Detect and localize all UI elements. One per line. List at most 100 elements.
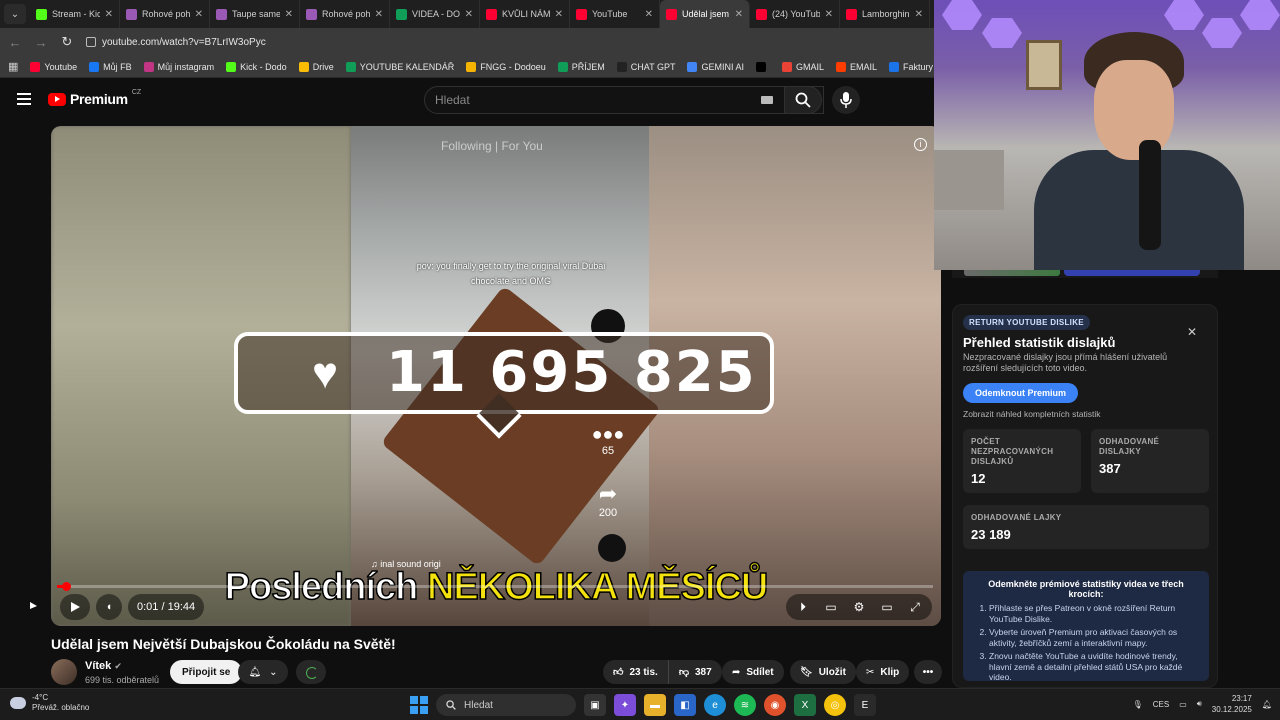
tab-close-icon[interactable]: ✕ xyxy=(825,9,833,20)
clip-button[interactable]: ✂ Klip xyxy=(856,660,910,684)
panel-description: Nezpracované dislajky jsou přímá hlášení… xyxy=(963,352,1168,373)
bookmark-item[interactable]: FNGG - Dodoeu xyxy=(466,61,546,72)
notification-bell-icon[interactable]: 🔔︎ xyxy=(1262,700,1272,709)
like-counter-box: ♥ 11 695 825 xyxy=(234,332,774,414)
tab-close-icon[interactable]: ✕ xyxy=(915,9,923,20)
file-explorer-icon[interactable]: ▬ xyxy=(644,694,666,716)
edge-icon[interactable]: e xyxy=(704,694,726,716)
browser-tab[interactable]: Rohové pohovky ✕ xyxy=(300,0,390,28)
tab-close-icon[interactable]: ✕ xyxy=(375,9,383,20)
tab-favicon-icon xyxy=(396,8,407,20)
back-icon[interactable]: ← xyxy=(8,35,22,50)
progress-scrubber[interactable] xyxy=(61,582,71,591)
site-info-icon[interactable] xyxy=(86,37,96,47)
close-icon[interactable]: ✕ xyxy=(1187,325,1197,339)
browser-tab[interactable]: YouTube ✕ xyxy=(570,0,660,28)
volume-button[interactable]: ◖ xyxy=(96,594,122,620)
theater-mode-icon[interactable]: ▭ xyxy=(878,600,896,614)
tab-close-icon[interactable]: ✕ xyxy=(465,9,473,20)
thumbs-down-icon: 👎︎ xyxy=(678,667,689,678)
bookmark-favicon-icon xyxy=(89,61,100,72)
menu-icon[interactable] xyxy=(17,93,31,105)
bookmark-item[interactable]: CHAT GPT xyxy=(616,61,675,72)
subtitles-icon[interactable]: ▭ xyxy=(822,600,840,614)
weather-widget[interactable]: -4°C Převáž. oblačno xyxy=(10,693,89,713)
copilot-icon[interactable]: ✦ xyxy=(614,694,636,716)
reload-icon[interactable]: ↻ xyxy=(60,34,74,50)
bookmark-item[interactable]: GMAIL xyxy=(781,61,824,72)
taskbar-search[interactable]: Hledat xyxy=(436,694,576,716)
tab-close-icon[interactable]: ✕ xyxy=(105,9,113,20)
browser-tab[interactable]: Taupe samet ✕ xyxy=(210,0,300,28)
forward-icon[interactable]: → xyxy=(34,35,48,50)
chrome-icon[interactable]: ◎ xyxy=(824,694,846,716)
tab-close-icon[interactable]: ✕ xyxy=(555,9,563,20)
obs-icon[interactable]: ◉ xyxy=(764,694,786,716)
unlock-premium-button[interactable]: Odemknout Premium xyxy=(963,383,1079,403)
spotify-icon[interactable]: ≋ xyxy=(734,694,756,716)
excel-icon[interactable]: X xyxy=(794,694,816,716)
bookmark-item[interactable]: GEMINI AI xyxy=(687,61,744,72)
task-view-icon[interactable]: ▣ xyxy=(584,694,606,716)
settings-gear-icon[interactable]: ⚙ xyxy=(850,600,868,614)
bookmark-item[interactable]: Kick - Dodo xyxy=(226,61,287,72)
voice-search-button[interactable] xyxy=(832,86,860,114)
channel-name[interactable]: Vítek xyxy=(85,660,111,672)
apps-grid-icon[interactable]: ▦ xyxy=(8,60,18,73)
dislike-button[interactable]: 👎︎ 387 xyxy=(668,660,722,684)
tab-close-icon[interactable]: ✕ xyxy=(645,9,653,20)
bookmark-item[interactable]: YOUTUBE KALENDÁŘ xyxy=(345,61,455,72)
bookmark-label: YOUTUBE KALENDÁŘ xyxy=(359,61,455,72)
bookmark-favicon-icon xyxy=(345,61,356,72)
play-button[interactable] xyxy=(60,594,90,620)
search-input[interactable]: Hledat xyxy=(424,86,824,114)
channel-avatar[interactable] xyxy=(51,659,77,685)
youtube-premium-logo[interactable]: Premium CZ xyxy=(48,89,141,107)
browser-tab[interactable]: Stream - Kick ✕ xyxy=(30,0,120,28)
url-text[interactable]: youtube.com/watch?v=B7LrIW3oPyc xyxy=(102,37,266,48)
browser-tab[interactable]: VIDEA - DOD ✕ xyxy=(390,0,480,28)
channel-name-row[interactable]: Vítek ✔ xyxy=(85,660,122,672)
store-icon[interactable]: ◧ xyxy=(674,694,696,716)
video-player[interactable]: Following | For You pov: you finally get… xyxy=(51,126,941,626)
save-button[interactable]: 🔖︎ Uložit xyxy=(790,660,856,684)
tab-close-icon[interactable]: ✕ xyxy=(285,9,293,20)
share-button[interactable]: ➦ Sdílet xyxy=(722,660,784,684)
autoplay-toggle-icon[interactable]: ⏵ xyxy=(794,600,812,615)
preview-stats-link[interactable]: Zobrazit náhled kompletních statistik xyxy=(963,409,1100,419)
more-actions-button[interactable]: ••• xyxy=(914,660,942,684)
clock[interactable]: 23:17 30.12.2025 xyxy=(1212,693,1252,715)
tab-close-icon[interactable]: ✕ xyxy=(735,9,743,20)
bookmark-item[interactable] xyxy=(755,61,770,72)
progress-bar[interactable] xyxy=(57,582,933,591)
browser-tab[interactable]: Udělal jsem ✕ xyxy=(660,0,750,28)
speaker-icon[interactable]: 🔊︎ xyxy=(1197,699,1202,709)
join-button[interactable]: Připojit se xyxy=(170,660,243,684)
fullscreen-icon[interactable]: ⤢ xyxy=(906,600,924,615)
keyboard-icon[interactable] xyxy=(761,96,773,104)
mic-tray-icon[interactable]: 🎙︎ xyxy=(1133,700,1143,709)
bookmark-item[interactable]: Youtube xyxy=(30,61,77,72)
bookmark-item[interactable]: Můj FB xyxy=(89,61,132,72)
cloud-icon xyxy=(10,697,26,709)
browser-tab[interactable]: Rohové pohovky ✕ xyxy=(120,0,210,28)
language-indicator[interactable]: CES xyxy=(1153,700,1169,709)
scissors-icon: ✂ xyxy=(866,666,875,678)
search-button[interactable] xyxy=(784,86,822,114)
tab-close-icon[interactable]: ✕ xyxy=(195,9,203,20)
browser-tab[interactable]: (24) YouTube ✕ xyxy=(750,0,840,28)
epic-games-icon[interactable]: E xyxy=(854,694,876,716)
info-icon[interactable]: i xyxy=(914,138,927,151)
bookmark-item[interactable]: EMAIL xyxy=(836,61,877,72)
like-button[interactable]: 👍︎ 23 tis. xyxy=(603,660,669,684)
start-button[interactable] xyxy=(410,696,428,714)
tab-search-icon[interactable]: ⌄ xyxy=(4,4,26,24)
bookmark-item[interactable]: PŘÍJEM xyxy=(557,61,605,72)
network-icon[interactable]: ▭ xyxy=(1179,700,1187,709)
notifications-button[interactable]: 🔔︎ ⌄ xyxy=(238,660,288,684)
bookmark-item[interactable]: Drive xyxy=(298,61,334,72)
bookmark-item[interactable]: Můj instagram xyxy=(143,61,214,72)
browser-tab[interactable]: KVŮLI NÁM ✕ xyxy=(480,0,570,28)
url-field[interactable]: youtube.com/watch?v=B7LrIW3oPyc xyxy=(86,37,266,48)
browser-tab[interactable]: Lamborghini ✕ xyxy=(840,0,930,28)
